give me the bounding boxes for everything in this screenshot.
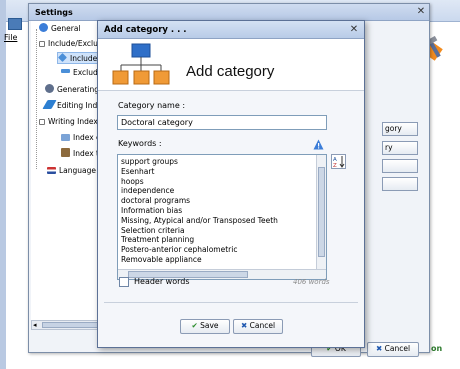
- diamond-icon: [58, 53, 67, 62]
- tree-item-index-c[interactable]: Index c: [61, 132, 100, 144]
- dialog-heading: Add category: [186, 63, 275, 80]
- keyword-line: Selection criteria: [121, 225, 185, 235]
- sort-keywords-button[interactable]: A Z: [331, 154, 346, 169]
- tree-item-index-t[interactable]: Index t: [61, 148, 99, 160]
- tree-item-general[interactable]: General: [39, 23, 81, 35]
- scroll-left-icon[interactable]: ◂: [33, 321, 37, 329]
- close-icon[interactable]: ✕: [415, 6, 427, 18]
- app-icon: [8, 18, 22, 30]
- edit-category-side-button[interactable]: ry: [382, 141, 418, 155]
- flag-icon: [47, 167, 56, 174]
- dialog-title: Add category . . .: [98, 21, 364, 39]
- cancel-button[interactable]: ✖ Cancel: [233, 319, 283, 334]
- tree-item-language[interactable]: Language: [47, 165, 96, 177]
- keyword-line: support groups: [121, 157, 178, 166]
- keyword-line: Removable appliance: [121, 254, 202, 264]
- side-button-4[interactable]: [382, 177, 418, 191]
- collapse-icon: [39, 41, 45, 47]
- keyword-line: hoops: [121, 176, 144, 186]
- minus-icon: [61, 69, 70, 73]
- pencil-icon: [42, 100, 57, 109]
- tree-item-generating[interactable]: Generating: [45, 84, 99, 96]
- svg-text:Z: Z: [333, 163, 337, 168]
- header-words-label: Header words: [134, 277, 190, 286]
- tree-item-writing-index[interactable]: Writing Index: [39, 116, 98, 128]
- keyword-line: doctoral programs: [121, 196, 191, 206]
- collapse-icon: [39, 119, 45, 125]
- cancel-x-icon: ✖: [375, 344, 383, 353]
- status-label: on: [431, 344, 443, 353]
- info-icon: [39, 23, 48, 32]
- scroll-thumb[interactable]: [42, 322, 102, 328]
- side-button-3[interactable]: [382, 159, 418, 173]
- category-name-input[interactable]: Doctoral category: [117, 115, 327, 130]
- gear-icon: [45, 84, 54, 93]
- hierarchy-icon: [112, 43, 170, 85]
- keyword-line: Postero-anterior cephalometric: [121, 245, 238, 255]
- add-category-dialog: Add category . . . ✕ Add category Catego…: [97, 20, 365, 348]
- keywords-label: Keywords :: [118, 139, 162, 148]
- keyword-line: Treatment planning: [121, 235, 195, 245]
- keywords-textarea[interactable]: support groups Esenhart hoops independen…: [117, 154, 327, 280]
- settings-title: Settings: [29, 4, 429, 21]
- scroll-thumb[interactable]: [318, 167, 325, 257]
- word-count: 406 words: [293, 278, 330, 286]
- keyword-line: independence: [121, 186, 175, 196]
- keyword-line: Esenhart: [121, 166, 155, 176]
- check-icon: ✔: [191, 321, 198, 330]
- settings-cancel-button[interactable]: ✖ Cancel: [367, 342, 419, 357]
- info-icon[interactable]: [313, 139, 324, 150]
- app-left-strip: [0, 0, 6, 369]
- ruler-icon: [61, 134, 70, 141]
- add-category-side-button[interactable]: gory: [382, 122, 418, 136]
- save-button[interactable]: ✔ Save: [180, 319, 230, 334]
- keywords-vertical-scrollbar[interactable]: [316, 155, 326, 269]
- keyword-line: Information bias: [121, 205, 183, 215]
- keyword-line: Missing, Atypical and/or Transposed Teet…: [121, 215, 278, 225]
- header-words-checkbox[interactable]: [119, 277, 129, 287]
- cube-icon: [61, 148, 70, 157]
- close-icon[interactable]: ✕: [348, 24, 360, 36]
- sort-az-icon: A Z: [333, 156, 345, 169]
- cancel-x-icon: ✖: [240, 321, 248, 330]
- menu-file[interactable]: File: [4, 33, 17, 42]
- category-name-label: Category name :: [118, 101, 186, 110]
- divider: [104, 302, 358, 303]
